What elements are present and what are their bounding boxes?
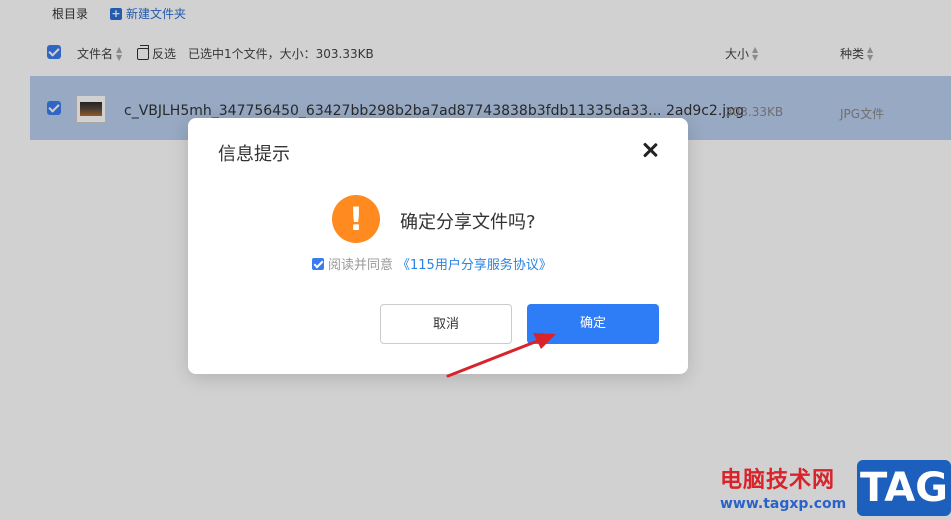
watermark-text: 电脑技术网 <box>720 468 836 493</box>
dialog-title: 信息提示 <box>218 144 290 165</box>
watermark-tag-logo: TAG <box>857 460 951 516</box>
close-icon[interactable] <box>640 140 660 160</box>
cancel-button[interactable]: 取消 <box>380 304 512 344</box>
share-confirm-dialog: 信息提示 ! 确定分享文件吗? 阅读并同意 《115用户分享服务协议》 取消 确… <box>188 118 688 374</box>
confirm-button[interactable]: 确定 <box>527 304 659 344</box>
agreement-checkbox[interactable] <box>312 257 324 270</box>
confirm-message: 确定分享文件吗? <box>400 212 536 233</box>
watermark-url: www.tagxp.com <box>720 496 847 512</box>
agreement-text: 阅读并同意 <box>328 258 394 273</box>
agreement-row: 阅读并同意 《115用户分享服务协议》 <box>312 254 552 273</box>
warning-icon: ! <box>332 195 380 243</box>
agreement-link[interactable]: 《115用户分享服务协议》 <box>397 254 552 273</box>
site-watermark: 电脑技术网 www.tagxp.com TAG <box>716 460 951 520</box>
